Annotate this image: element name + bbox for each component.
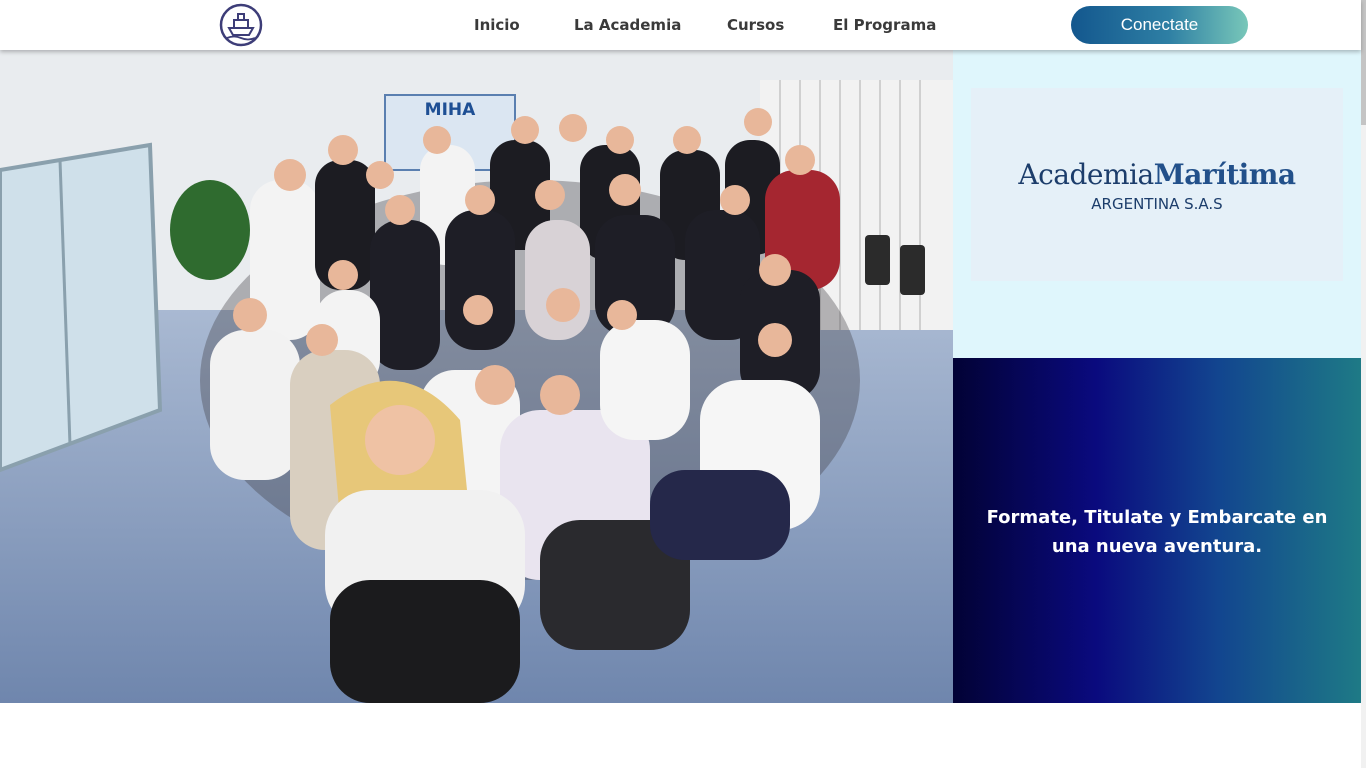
conectate-button[interactable]: Conectate — [1071, 6, 1248, 44]
brand-name-part2: Marítima — [1153, 158, 1296, 191]
banner-text: MIHA — [425, 100, 476, 120]
nav-el-programa[interactable]: El Programa — [833, 16, 936, 34]
brand-name: AcademiaMarítima — [971, 158, 1343, 191]
site-header: Inicio La Academia Cursos El Programa Co… — [0, 0, 1361, 50]
group-photo-image: MIHA — [0, 50, 953, 703]
academia-maritima-logo: AcademiaMarítima ARGENTINA S.A.S — [971, 88, 1343, 281]
brand-name-part1: Academia — [1018, 158, 1154, 191]
nav-cursos[interactable]: Cursos — [727, 16, 784, 34]
brand-subtitle: ARGENTINA S.A.S — [1091, 195, 1223, 213]
promo-panel: Formate, Titulate y Embarcate en una nue… — [953, 358, 1361, 703]
scrollbar-thumb[interactable] — [1361, 0, 1366, 125]
promo-tagline: Formate, Titulate y Embarcate en una nue… — [986, 507, 1328, 557]
nav-la-academia[interactable]: La Academia — [574, 16, 681, 34]
nav-inicio[interactable]: Inicio — [474, 16, 520, 34]
